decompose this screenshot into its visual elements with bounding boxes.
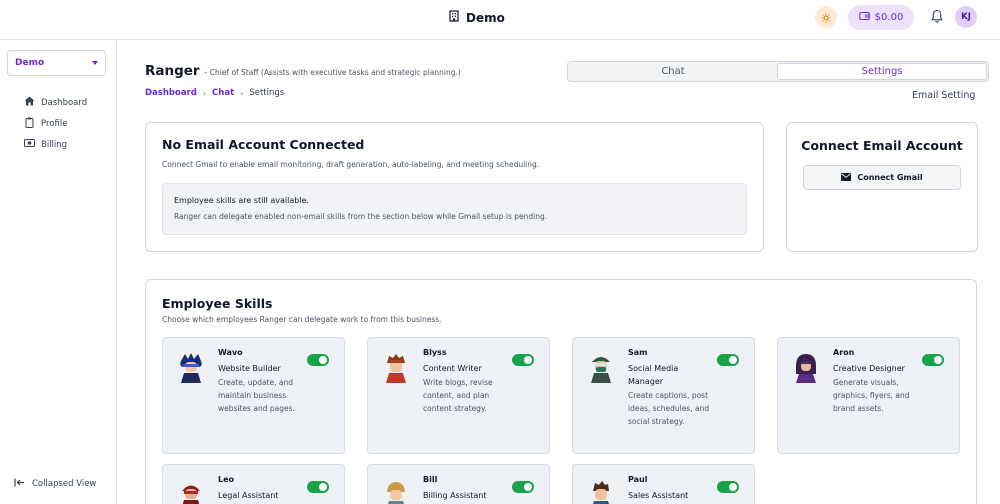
wavo-avatar-icon — [177, 352, 205, 388]
workspace-name: Demo — [15, 58, 45, 68]
sidebar-item-dashboard[interactable]: Dashboard — [24, 96, 87, 109]
clipboard-icon — [24, 117, 35, 131]
employee-title: Billing Assistant — [423, 491, 487, 500]
employee-card-wavo: Wavo Website Builder Create, update, and… — [162, 337, 345, 454]
sidebar-item-label: Billing — [41, 139, 68, 150]
employee-toggle[interactable] — [717, 354, 739, 366]
employee-card-leo: Leo Legal Assistant — [162, 464, 345, 504]
connect-gmail-button[interactable]: Connect Gmail — [803, 165, 961, 190]
employee-toggle[interactable] — [307, 481, 329, 493]
top-bar: Demo $0.00 KJ — [0, 0, 1000, 40]
employee-card-sam: Sam Social Media Manager Create captions… — [572, 337, 755, 454]
employee-title: Legal Assistant — [218, 491, 279, 500]
section-label: Email Setting — [912, 90, 976, 101]
collapse-sidebar-button[interactable]: Collapsed View — [14, 478, 96, 490]
breadcrumb: Dashboard › Chat › Settings — [145, 88, 284, 98]
collapse-label: Collapsed View — [32, 479, 97, 489]
blyss-avatar-icon — [382, 352, 410, 388]
notice-body: Ranger can delegate enabled non-email sk… — [174, 212, 548, 221]
employee-name: Aron — [833, 348, 855, 357]
agent-heading: Ranger – Chief of Staff (Assists with ex… — [145, 63, 461, 79]
employee-skills-card: Employee Skills Choose which employees R… — [145, 279, 977, 504]
employee-name: Wavo — [218, 348, 243, 357]
employee-description: Generate visuals, graphics, flyers, and … — [833, 378, 910, 413]
wallet-balance: $0.00 — [874, 12, 904, 23]
building-icon — [448, 10, 460, 25]
employee-name: Sam — [628, 348, 648, 357]
wallet-balance-button[interactable]: $0.00 — [848, 5, 914, 30]
employee-description: Create captions, post ideas, schedules, … — [628, 391, 710, 426]
sidebar-item-billing[interactable]: Billing — [24, 138, 67, 151]
email-status-title: No Email Account Connected — [162, 137, 365, 152]
sidebar: Demo Dashboard Profile Billing Collapsed… — [0, 40, 117, 504]
employee-description: Write blogs, revise content, and plan co… — [423, 378, 493, 413]
employee-toggle[interactable] — [922, 354, 944, 366]
employee-title: Sales Assistant — [628, 491, 689, 500]
workspace-select[interactable]: Demo — [7, 50, 106, 76]
paul-avatar-icon — [587, 479, 615, 504]
notice-box: Employee skills are still available. Ran… — [162, 183, 747, 235]
app-title-text: Demo — [466, 10, 505, 25]
sidebar-item-label: Profile — [41, 119, 68, 129]
employee-card-bill: Bill Billing Assistant — [367, 464, 550, 504]
connect-email-title: Connect Email Account — [801, 138, 963, 153]
money-icon — [24, 138, 35, 151]
app-title: Demo — [448, 10, 505, 25]
tab-chat[interactable]: Chat — [569, 63, 777, 80]
connect-gmail-label: Connect Gmail — [857, 173, 923, 182]
employee-name: Paul — [628, 475, 648, 484]
caret-down-icon — [92, 58, 98, 68]
employee-description: Create, update, and maintain business we… — [218, 378, 295, 413]
view-tabs: Chat Settings — [567, 61, 989, 82]
bill-avatar-icon — [382, 479, 410, 504]
tab-settings[interactable]: Settings — [777, 63, 987, 80]
employee-name: Bill — [423, 475, 438, 484]
skills-title: Employee Skills — [162, 296, 273, 311]
wallet-icon — [858, 11, 870, 24]
sam-avatar-icon — [587, 352, 615, 388]
employee-title: Website Builder — [218, 364, 281, 373]
breadcrumb-settings: Settings — [249, 88, 285, 98]
sidebar-item-label: Dashboard — [41, 97, 88, 108]
employee-title: Creative Designer — [833, 364, 905, 373]
breadcrumb-dashboard[interactable]: Dashboard — [145, 88, 197, 98]
employee-toggle[interactable] — [717, 481, 739, 493]
chevron-right-icon: › — [202, 88, 207, 98]
skills-subtitle: Choose which employees Ranger can delega… — [162, 315, 442, 324]
employee-card-aron: Aron Creative Designer Generate visuals,… — [777, 337, 960, 454]
employee-card-paul: Paul Sales Assistant — [572, 464, 755, 504]
employee-card-blyss: Blyss Content Writer Write blogs, revise… — [367, 337, 550, 454]
email-status-description: Connect Gmail to enable email monitoring… — [162, 160, 540, 169]
chevron-right-icon: › — [240, 88, 244, 98]
aron-avatar-icon — [792, 352, 820, 388]
notice-title: Employee skills are still available. — [174, 196, 309, 205]
employee-toggle[interactable] — [512, 481, 534, 493]
email-status-card: No Email Account Connected Connect Gmail… — [145, 122, 764, 252]
employee-name: Blyss — [423, 348, 447, 357]
connect-email-card: Connect Email Account Connect Gmail — [786, 122, 978, 252]
collapse-arrow-icon — [14, 478, 25, 490]
agent-role: – Chief of Staff (Assists with executive… — [203, 68, 461, 77]
envelope-icon — [841, 172, 852, 183]
sidebar-item-profile[interactable]: Profile — [24, 117, 67, 131]
agent-name: Ranger — [145, 63, 200, 79]
theme-toggle-button[interactable] — [815, 6, 837, 28]
employee-name: Leo — [218, 475, 235, 484]
sun-icon — [821, 8, 831, 27]
employee-title: Social Media Manager — [628, 364, 679, 386]
breadcrumb-chat[interactable]: Chat — [212, 88, 234, 98]
home-icon — [24, 96, 35, 109]
employee-title: Content Writer — [423, 364, 482, 373]
employee-toggle[interactable] — [512, 354, 534, 366]
user-avatar[interactable]: KJ — [955, 6, 977, 28]
leo-avatar-icon — [177, 479, 205, 504]
employee-toggle[interactable] — [307, 354, 329, 366]
bell-icon[interactable] — [930, 9, 944, 28]
